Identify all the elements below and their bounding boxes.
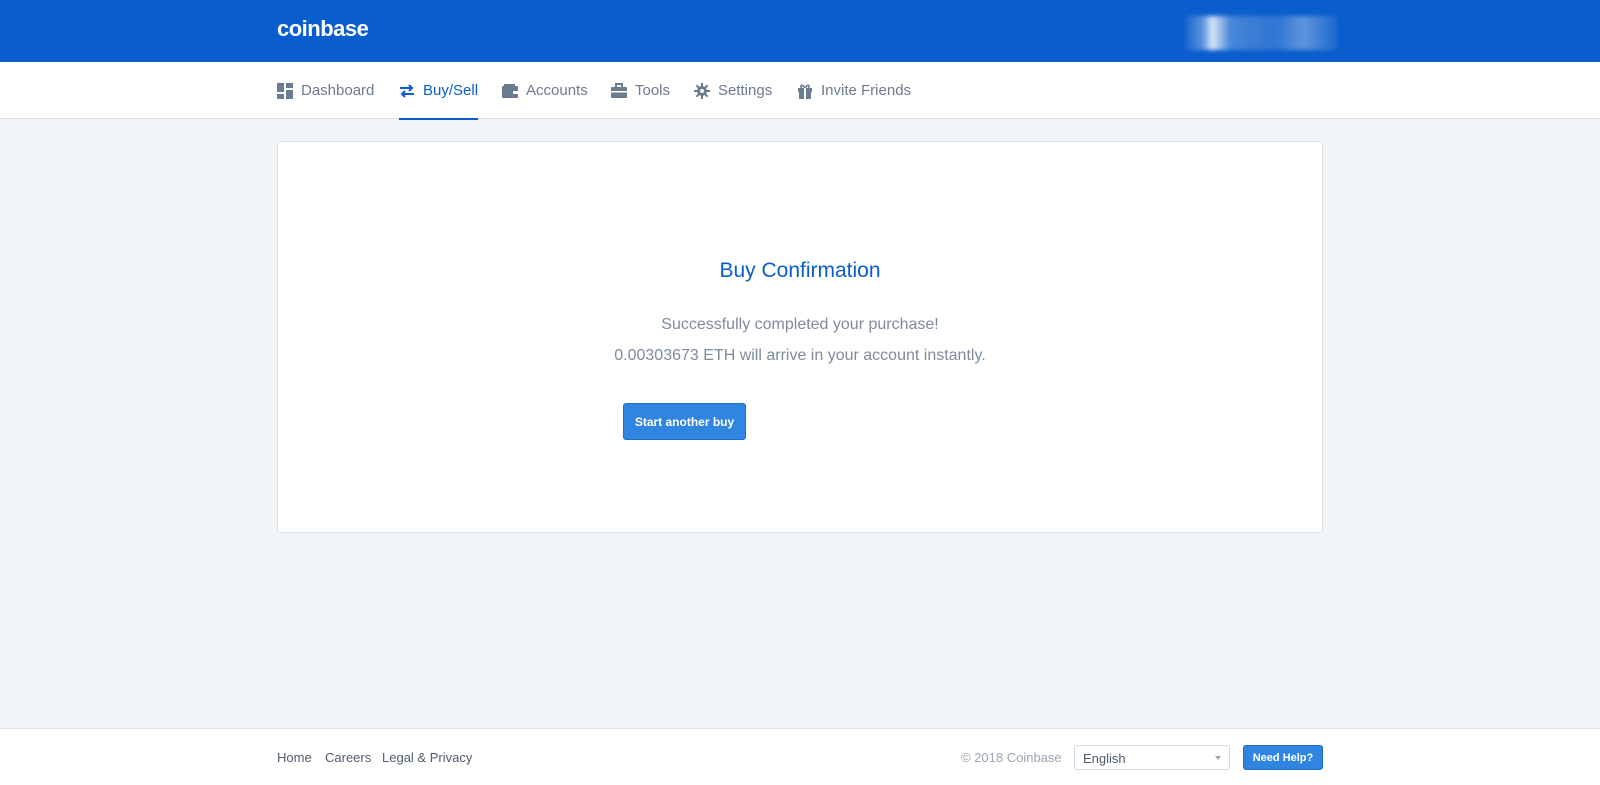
start-another-buy-button[interactable]: Start another buy: [623, 403, 746, 440]
user-avatar-blurred[interactable]: [1185, 16, 1337, 50]
copyright-text: © 2018 Coinbase: [961, 750, 1062, 765]
nav-label-buy-sell: Buy/Sell: [423, 82, 479, 99]
chevron-down-icon: [1215, 756, 1221, 760]
nav-label-invite-friends: Invite Friends: [821, 82, 912, 99]
nav-item-tools[interactable]: Tools: [611, 62, 670, 119]
language-selected-value: English: [1083, 751, 1126, 766]
footer-link-careers[interactable]: Careers: [325, 750, 371, 765]
arrival-message: 0.00303673 ETH will arrive in your accou…: [614, 347, 986, 364]
exchange-icon: [400, 83, 414, 98]
language-select[interactable]: English: [1074, 745, 1230, 770]
top-bar: coinbase: [0, 0, 1600, 62]
nav-item-dashboard[interactable]: Dashboard: [277, 62, 374, 119]
footer-link-home[interactable]: Home: [277, 750, 312, 765]
confirmation-card: Buy Confirmation Successfully completed …: [277, 141, 1323, 533]
nav-label-tools: Tools: [635, 82, 671, 99]
briefcase-icon: [611, 82, 627, 98]
nav-label-settings: Settings: [718, 82, 773, 99]
need-help-button[interactable]: Need Help?: [1243, 745, 1323, 770]
nav-item-buy-sell[interactable]: Buy/Sell: [399, 62, 479, 120]
nav-label-accounts: Accounts: [526, 82, 588, 99]
gift-icon: [798, 84, 812, 99]
coinbase-logo[interactable]: coinbase: [277, 16, 369, 42]
main-nav: Dashboard Buy/Sell Accounts Tools Settin…: [0, 62, 1600, 120]
footer-link-legal-privacy[interactable]: Legal & Privacy: [382, 750, 472, 765]
nav-item-accounts[interactable]: Accounts: [502, 62, 588, 119]
dashboard-icon: [277, 82, 293, 99]
confirmation-title: Buy Confirmation: [719, 259, 881, 282]
gear-icon: [694, 82, 710, 99]
nav-item-invite-friends[interactable]: Invite Friends: [797, 62, 911, 119]
footer: Home Careers Legal & Privacy © 2018 Coin…: [0, 728, 1600, 785]
nav-item-settings[interactable]: Settings: [694, 62, 772, 119]
nav-label-dashboard: Dashboard: [301, 82, 375, 99]
success-message: Successfully completed your purchase!: [661, 316, 939, 333]
wallet-icon: [502, 83, 518, 98]
